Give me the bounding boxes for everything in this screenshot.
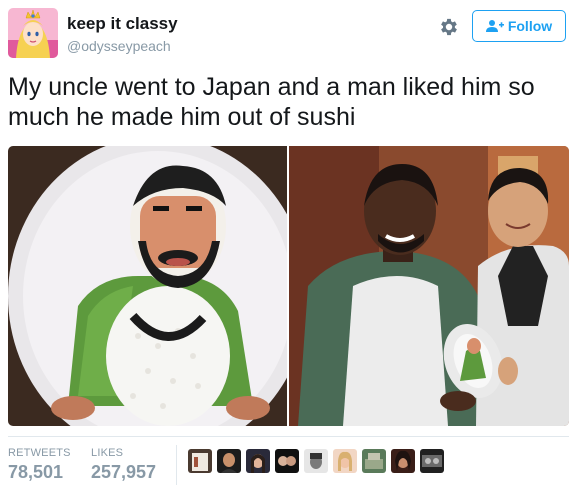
- liker-avatar-5-icon: [304, 449, 328, 473]
- likers-list: [188, 449, 444, 473]
- liker-avatar-2-icon: [217, 449, 241, 473]
- likes-stat[interactable]: LIKES 257,957: [91, 447, 156, 483]
- liker-avatar[interactable]: [217, 449, 241, 473]
- tweet-text: My uncle went to Japan and a man liked h…: [8, 73, 535, 131]
- liker-avatar-1-icon: [188, 449, 212, 473]
- retweets-stat[interactable]: RETWEETS 78,501: [8, 447, 71, 483]
- user-avatar[interactable]: [8, 8, 58, 58]
- likes-count: 257,957: [91, 462, 157, 482]
- liker-avatar-6-icon: [333, 449, 357, 473]
- tweet-media[interactable]: [8, 146, 569, 426]
- sushi-figure-photo[interactable]: [8, 146, 308, 426]
- follow-label: Follow: [507, 18, 553, 34]
- retweets-count: 78,501: [8, 462, 64, 482]
- user-handle[interactable]: @odysseypeach: [67, 38, 171, 54]
- liker-avatar[interactable]: [304, 449, 328, 473]
- retweets-label: RETWEETS: [8, 447, 71, 459]
- add-user-icon: [485, 20, 504, 32]
- likes-label: LIKES: [91, 447, 124, 459]
- liker-avatar[interactable]: [333, 449, 357, 473]
- princess-peach-avatar-icon: [8, 8, 58, 58]
- liker-avatar[interactable]: [420, 449, 444, 473]
- liker-avatar-4-icon: [275, 449, 299, 473]
- two-men-holding-plate-photo[interactable]: [289, 146, 569, 426]
- liker-avatar-3-icon: [246, 449, 270, 473]
- follow-button[interactable]: Follow: [472, 10, 566, 42]
- user-display-name[interactable]: keep it classy: [67, 14, 178, 34]
- liker-avatar[interactable]: [362, 449, 386, 473]
- liker-avatar[interactable]: [188, 449, 212, 473]
- stats-divider: [176, 445, 177, 485]
- liker-avatar-8-icon: [391, 449, 415, 473]
- liker-avatar-7-icon: [362, 449, 386, 473]
- liker-avatar[interactable]: [391, 449, 415, 473]
- liker-avatar-9-icon: [420, 449, 444, 473]
- gear-icon[interactable]: [438, 16, 460, 38]
- tweet-stats: RETWEETS 78,501 LIKES 257,957: [8, 436, 569, 491]
- liker-avatar[interactable]: [246, 449, 270, 473]
- liker-avatar[interactable]: [275, 449, 299, 473]
